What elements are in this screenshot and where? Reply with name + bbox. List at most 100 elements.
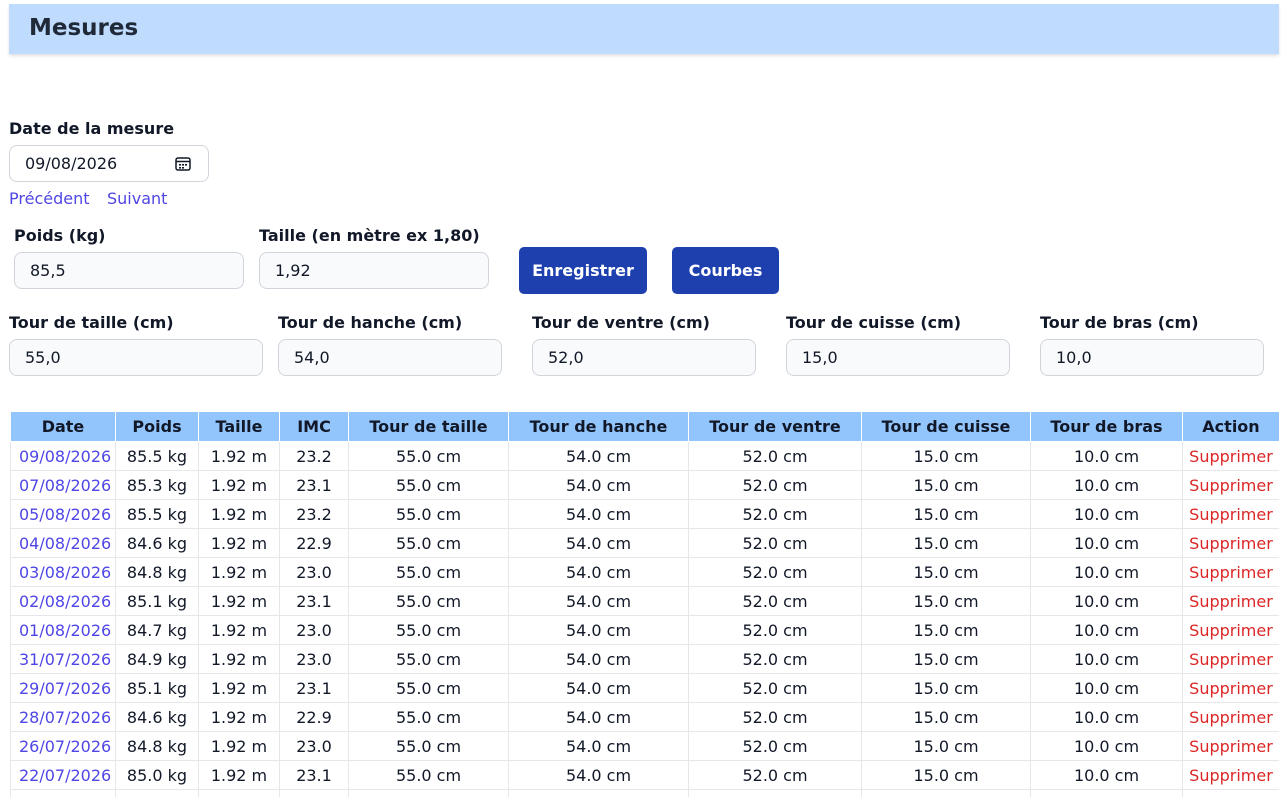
cell-poids: 84.9 kg [115, 644, 199, 674]
cell-tour-bras: 10.0 cm [1030, 731, 1183, 761]
cell-tour-hanche: 54.0 cm [508, 586, 689, 616]
row-date-link[interactable]: 04/08/2026 [10, 528, 116, 558]
cell-tour-hanche: 54.0 cm [508, 644, 689, 674]
column-header-tour-hanche: Tour de hanche [508, 411, 689, 442]
cell-tour-hanche: 54.0 cm [508, 673, 689, 703]
tour-taille-input[interactable]: 55,0 [9, 339, 263, 376]
cell-taille: 1.92 m [198, 557, 280, 587]
cell-poids: 85.3 kg [115, 470, 199, 500]
cell-taille: 1.92 m [198, 499, 280, 529]
table-row: 07/08/2026 85.3 kg 1.92 m 23.1 55.0 cm 54.0 c… [10, 470, 1279, 500]
cell-tour-cuisse: 15.0 cm [861, 673, 1031, 703]
cell-tour-taille: 55.0 cm [348, 528, 509, 558]
cell-imc: 23.1 [279, 470, 349, 500]
delete-link[interactable]: Supprimer [1182, 673, 1279, 703]
cell-tour-ventre: 52.0 cm [688, 702, 862, 732]
cell-imc: 23.0 [279, 557, 349, 587]
next-link[interactable]: Suivant [107, 189, 167, 208]
delete-link[interactable]: Supprimer [1182, 731, 1279, 761]
cell-tour-cuisse: 15.0 cm [861, 499, 1031, 529]
cell-tour-taille: 55.0 cm [348, 441, 509, 471]
cell-tour-cuisse: 15.0 cm [861, 789, 1031, 797]
date-input[interactable]: 09/08/2026 [9, 145, 209, 182]
calendar-icon[interactable] [175, 156, 191, 171]
taille-label: Taille (en mètre ex 1,80) [259, 226, 480, 245]
column-header-tour-ventre: Tour de ventre [688, 411, 862, 442]
cell-tour-taille: 55.0 cm [348, 702, 509, 732]
cell-tour-cuisse: 15.0 cm [861, 731, 1031, 761]
delete-link[interactable]: Supprimer [1182, 557, 1279, 587]
delete-link[interactable]: Supprimer [1182, 760, 1279, 790]
cell-tour-hanche: 54.0 cm [508, 760, 689, 790]
date-label: Date de la mesure [9, 119, 175, 138]
row-date-link[interactable]: 09/08/2026 [10, 441, 116, 471]
column-header-tour-bras: Tour de bras [1030, 411, 1183, 442]
cell-tour-hanche: 54.0 cm [508, 731, 689, 761]
cell-imc: 22.9 [279, 528, 349, 558]
cell-tour-hanche: 54.0 cm [508, 702, 689, 732]
delete-link[interactable]: Supprimer [1182, 789, 1279, 797]
table-row: 29/07/2026 85.1 kg 1.92 m 23.1 55.0 cm 54.0 c… [10, 673, 1279, 703]
delete-link[interactable]: Supprimer [1182, 586, 1279, 616]
page-title: Mesures [29, 15, 139, 41]
row-date-link[interactable]: 01/08/2026 [10, 615, 116, 645]
table-row: 09/08/2026 85.5 kg 1.92 m 23.2 55.0 cm 54.0 c… [10, 441, 1279, 471]
poids-input[interactable]: 85,5 [14, 252, 244, 289]
row-date-link[interactable]: 29/07/2026 [10, 673, 116, 703]
delete-link[interactable]: Supprimer [1182, 615, 1279, 645]
cell-tour-cuisse: 15.0 cm [861, 528, 1031, 558]
row-date-link[interactable]: 31/07/2026 [10, 644, 116, 674]
tour-hanche-input[interactable]: 54,0 [278, 339, 502, 376]
row-date-link[interactable]: 02/08/2026 [10, 586, 116, 616]
row-date-link[interactable]: 22/07/2026 [10, 760, 116, 790]
cell-imc: 23.1 [279, 673, 349, 703]
table-row: 03/08/2026 84.8 kg 1.92 m 23.0 55.0 cm 54.0 c… [10, 557, 1279, 587]
cell-tour-hanche: 54.0 cm [508, 789, 689, 797]
save-button[interactable]: Enregistrer [519, 247, 647, 294]
row-date-link[interactable]: 26/07/2026 [10, 731, 116, 761]
previous-link[interactable]: Précédent [9, 189, 90, 208]
delete-link[interactable]: Supprimer [1182, 528, 1279, 558]
row-date-link[interactable]: 05/08/2026 [10, 499, 116, 529]
table-header-row: Date Poids Taille IMC Tour de taille Tour de … [10, 411, 1279, 442]
cell-tour-bras: 10.0 cm [1030, 615, 1183, 645]
row-date-link[interactable]: 07/08/2026 [10, 470, 116, 500]
measures-table-container: Date Poids Taille IMC Tour de taille Tour de … [10, 411, 1279, 797]
column-header-imc: IMC [279, 411, 349, 442]
cell-tour-taille: 55.0 cm [348, 789, 509, 797]
cell-tour-ventre: 52.0 cm [688, 760, 862, 790]
cell-tour-taille: 55.0 cm [348, 644, 509, 674]
cell-tour-cuisse: 15.0 cm [861, 470, 1031, 500]
tour-cuisse-input[interactable]: 15,0 [786, 339, 1010, 376]
table-row: 31/07/2026 84.9 kg 1.92 m 23.0 55.0 cm 54.0 c… [10, 644, 1279, 674]
table-row: 22/07/2026 85.0 kg 1.92 m 23.1 55.0 cm 54.0 c… [10, 760, 1279, 790]
table-row: 19/07/202685.4 kg1.92 m23.255.0 cm54.0 c… [10, 789, 1279, 797]
tour-cuisse-label: Tour de cuisse (cm) [786, 313, 962, 332]
row-date-link[interactable]: 03/08/2026 [10, 557, 116, 587]
cell-tour-taille: 55.0 cm [348, 499, 509, 529]
cell-tour-ventre: 52.0 cm [688, 441, 862, 471]
cell-poids: 85.1 kg [115, 586, 199, 616]
cell-taille: 1.92 m [198, 731, 280, 761]
cell-tour-taille: 55.0 cm [348, 615, 509, 645]
delete-link[interactable]: Supprimer [1182, 441, 1279, 471]
tour-ventre-input[interactable]: 52,0 [532, 339, 756, 376]
taille-input[interactable]: 1,92 [259, 252, 489, 289]
curves-button[interactable]: Courbes [672, 247, 779, 294]
row-date-link[interactable]: 28/07/2026 [10, 702, 116, 732]
delete-link[interactable]: Supprimer [1182, 644, 1279, 674]
column-header-action: Action [1182, 411, 1279, 442]
row-date-link[interactable]: 19/07/2026 [10, 789, 116, 797]
delete-link[interactable]: Supprimer [1182, 499, 1279, 529]
delete-link[interactable]: Supprimer [1182, 470, 1279, 500]
tour-bras-input[interactable]: 10,0 [1040, 339, 1264, 376]
column-header-tour-cuisse: Tour de cuisse [861, 411, 1031, 442]
cell-taille: 1.92 m [198, 673, 280, 703]
cell-imc: 23.2 [279, 499, 349, 529]
cell-tour-ventre: 52.0 cm [688, 557, 862, 587]
delete-link[interactable]: Supprimer [1182, 702, 1279, 732]
cell-tour-taille: 55.0 cm [348, 673, 509, 703]
cell-tour-ventre: 52.0 cm [688, 789, 862, 797]
cell-tour-taille: 55.0 cm [348, 557, 509, 587]
cell-taille: 1.92 m [198, 441, 280, 471]
